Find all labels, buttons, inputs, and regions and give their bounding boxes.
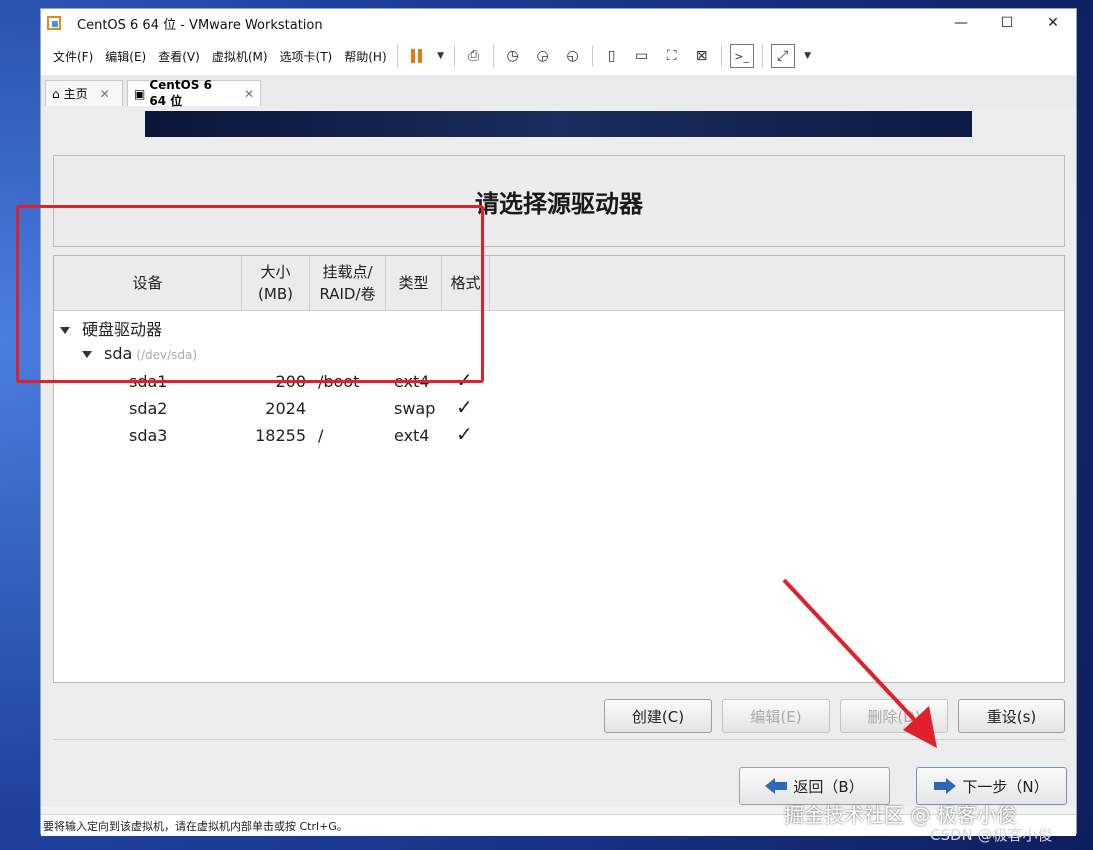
- menu-file[interactable]: 文件(F): [47, 48, 99, 65]
- toolbar-separator: [761, 45, 763, 67]
- revert-snapshot-icon[interactable]: ◶: [532, 45, 554, 67]
- page-title: 请选择源驱动器: [475, 189, 643, 218]
- tab-bar: ⌂ 主页 ✕ ▣ CentOS 6 64 位 ✕: [41, 75, 1076, 108]
- create-button[interactable]: 创建(C): [604, 699, 712, 733]
- vm-icon: ▣: [134, 86, 146, 101]
- pause-icon[interactable]: [406, 45, 428, 67]
- toolbar-separator: [396, 45, 398, 67]
- stretch-icon[interactable]: ⤢: [770, 44, 795, 68]
- window-controls: — ☐ ✕: [938, 9, 1076, 37]
- console-icon[interactable]: >_: [729, 44, 754, 68]
- close-tab-icon[interactable]: ✕: [244, 87, 254, 101]
- arrow-left-icon: [765, 778, 788, 794]
- tab-centos-label: CentOS 6 64 位: [149, 78, 212, 108]
- close-button[interactable]: ✕: [1030, 9, 1076, 37]
- menu-edit[interactable]: 编辑(E): [99, 48, 152, 65]
- toolbar-separator: [453, 45, 455, 67]
- toolbar-separator: [720, 45, 722, 67]
- menu-view[interactable]: 查看(V): [152, 48, 206, 65]
- watermark-csdn: CSDN @极客小俊: [930, 826, 1053, 844]
- menu-help[interactable]: 帮助(H): [338, 48, 392, 65]
- delete-button[interactable]: 删除(D): [840, 699, 948, 733]
- title-bar: CentOS 6 64 位 - VMware Workstation — ☐ ✕: [41, 9, 1076, 37]
- arrow-right-icon: [934, 778, 957, 794]
- menu-vm[interactable]: 虚拟机(M): [206, 48, 274, 65]
- reset-button[interactable]: 重设(s): [958, 699, 1065, 733]
- check-icon: ✓: [456, 395, 473, 419]
- thumbnail-bar-icon[interactable]: ▭: [631, 45, 653, 67]
- menu-tabs[interactable]: 选项卡(T): [274, 48, 339, 65]
- snapshot-icon[interactable]: ◷: [502, 45, 524, 67]
- toolbar-separator: [492, 45, 494, 67]
- toolbar-separator: [591, 45, 593, 67]
- vmware-window: CentOS 6 64 位 - VMware Workstation — ☐ ✕…: [40, 8, 1077, 836]
- fullscreen-icon[interactable]: ⛶: [661, 45, 683, 67]
- sidebar-toggle-icon[interactable]: ▯: [601, 45, 623, 67]
- tab-home-label: 主页: [63, 87, 88, 101]
- tab-home[interactable]: ⌂ 主页 ✕: [45, 80, 123, 106]
- tab-centos[interactable]: ▣ CentOS 6 64 位 ✕: [127, 78, 261, 108]
- highlight-box: [16, 205, 484, 383]
- minimize-button[interactable]: —: [938, 9, 984, 37]
- send-ctrl-alt-del-icon[interactable]: ⎙: [463, 45, 485, 67]
- installer-banner: [145, 111, 972, 137]
- chevron-down-icon[interactable]: ▼: [436, 45, 446, 67]
- home-icon: ⌂: [52, 86, 60, 101]
- maximize-button[interactable]: ☐: [984, 9, 1030, 37]
- menu-bar: 文件(F) 编辑(E) 查看(V) 虚拟机(M) 选项卡(T) 帮助(H) ▼ …: [41, 37, 1076, 75]
- check-icon: ✓: [456, 422, 473, 446]
- chevron-down-icon[interactable]: ▼: [803, 45, 813, 67]
- snapshot-manager-icon[interactable]: ◵: [562, 45, 584, 67]
- vmware-logo-icon: [47, 16, 61, 30]
- divider: [53, 739, 1065, 740]
- close-tab-icon[interactable]: ✕: [100, 87, 110, 101]
- edit-button[interactable]: 编辑(E): [722, 699, 830, 733]
- unity-icon[interactable]: ⊠: [691, 45, 713, 67]
- window-title: CentOS 6 64 位 - VMware Workstation: [77, 17, 323, 33]
